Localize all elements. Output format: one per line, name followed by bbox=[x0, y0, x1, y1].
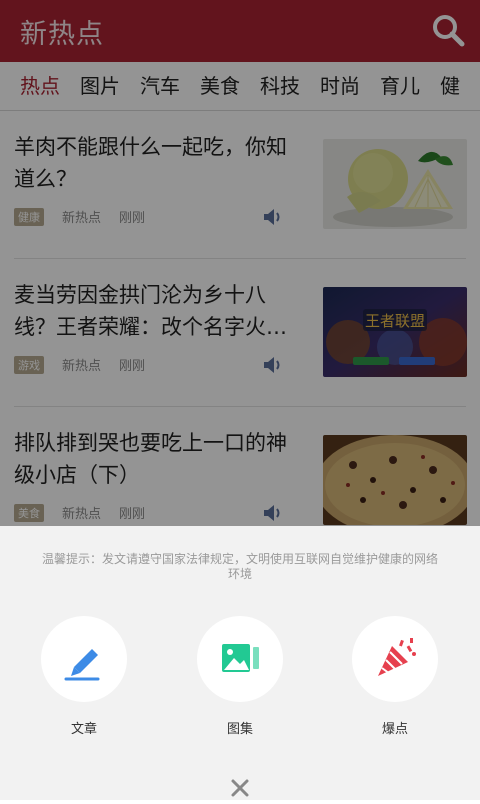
gallery-action-button[interactable]: 图集 bbox=[195, 616, 285, 737]
close-icon[interactable] bbox=[228, 776, 252, 800]
article-label: 文章 bbox=[70, 722, 97, 737]
hot-action-button[interactable]: 爆点 bbox=[350, 616, 440, 737]
dim-overlay[interactable] bbox=[0, 0, 480, 526]
pen-icon[interactable] bbox=[41, 616, 127, 702]
hot-label: 爆点 bbox=[381, 722, 408, 737]
party-popper-icon[interactable] bbox=[352, 616, 438, 702]
gallery-icon[interactable] bbox=[197, 616, 283, 702]
notice-text: 温馨提示：发文请遵守国家法律规定，文明使用互联网自觉维护健康的网络环境 bbox=[41, 552, 438, 581]
gallery-label: 图集 bbox=[226, 722, 253, 737]
article-action-button[interactable]: 文章 bbox=[39, 616, 129, 737]
publish-sheet: 温馨提示：发文请遵守国家法律规定，文明使用互联网自觉维护健康的网络环境 文章 图… bbox=[0, 526, 480, 800]
